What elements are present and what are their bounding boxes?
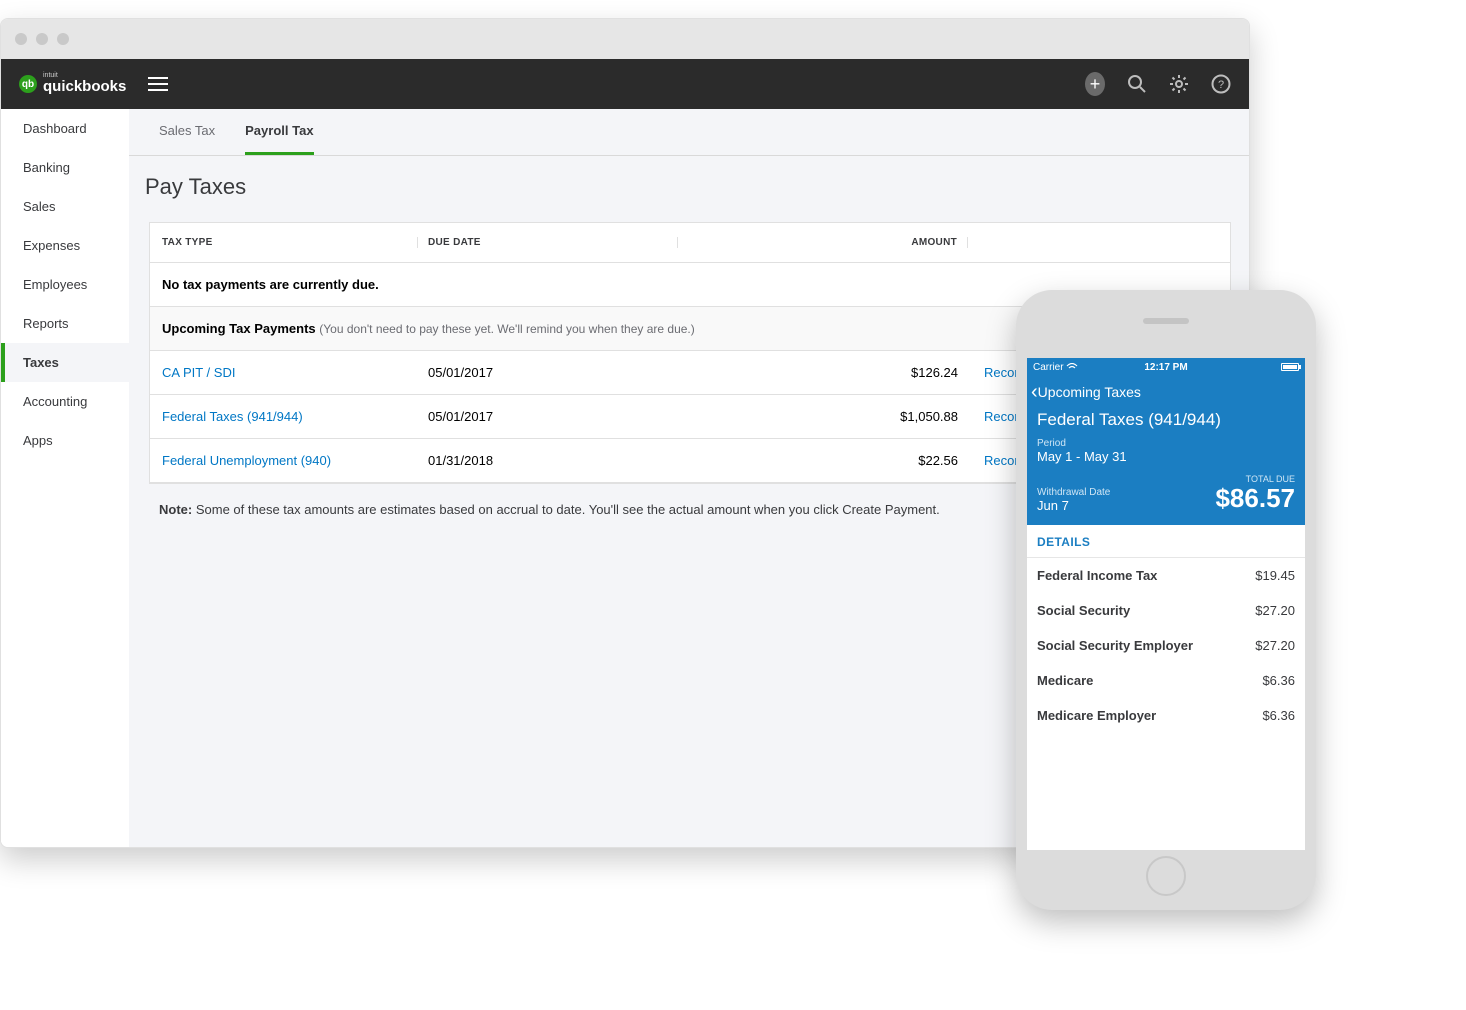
amount-cell: $1,050.88 [678, 409, 968, 424]
phone-details-header: DETAILS [1027, 525, 1305, 558]
sidebar-item-accounting[interactable]: Accounting [1, 382, 129, 421]
phone-total-value: $86.57 [1215, 484, 1295, 513]
window-close-dot[interactable] [15, 33, 27, 45]
phone-home-button[interactable] [1146, 856, 1186, 896]
phone-period-value: May 1 - May 31 [1037, 449, 1295, 464]
help-icon[interactable]: ? [1211, 74, 1231, 94]
sidebar-item-banking[interactable]: Banking [1, 148, 129, 187]
wifi-icon [1066, 363, 1078, 371]
svg-text:?: ? [1218, 79, 1224, 91]
phone-detail-line: Medicare $6.36 [1027, 663, 1305, 698]
due-date-cell: 05/01/2017 [418, 365, 678, 380]
gear-icon[interactable] [1169, 74, 1189, 94]
phone-detail-line: Social Security Employer $27.20 [1027, 628, 1305, 663]
note-body: Some of these tax amounts are estimates … [196, 502, 940, 517]
brand-name: quickbooks [43, 78, 126, 95]
sidebar-item-employees[interactable]: Employees [1, 265, 129, 304]
table-header-row: TAX TYPE DUE DATE AMOUNT [150, 223, 1230, 263]
tab-sales-tax[interactable]: Sales Tax [159, 123, 215, 155]
brand-logo[interactable]: qb intuit quickbooks [19, 73, 126, 96]
col-header-due-date: DUE DATE [418, 237, 678, 248]
tax-type-link[interactable]: Federal Unemployment (940) [162, 453, 331, 468]
brand-badge-icon: qb [19, 75, 37, 93]
phone-line-amount: $19.45 [1255, 568, 1295, 583]
amount-cell: $126.24 [678, 365, 968, 380]
sidebar-item-taxes[interactable]: Taxes [1, 343, 129, 382]
phone-line-amount: $27.20 [1255, 638, 1295, 653]
upcoming-hint: (You don't need to pay these yet. We'll … [319, 322, 694, 336]
hamburger-icon[interactable] [148, 77, 168, 91]
chevron-left-icon: ‹ [1031, 382, 1038, 402]
phone-line-label: Medicare Employer [1037, 708, 1156, 723]
phone-header: Federal Taxes (941/944) Period May 1 - M… [1027, 406, 1305, 525]
phone-line-label: Social Security [1037, 603, 1130, 618]
tab-payroll-tax[interactable]: Payroll Tax [245, 123, 313, 155]
phone-time: 12:17 PM [1144, 362, 1187, 373]
col-header-tax-type: TAX TYPE [162, 237, 418, 248]
phone-line-label: Federal Income Tax [1037, 568, 1157, 583]
phone-mockup: Carrier 12:17 PM ‹ Upcoming Taxes Federa… [1016, 290, 1316, 910]
sidebar-item-dashboard[interactable]: Dashboard [1, 109, 129, 148]
phone-line-amount: $6.36 [1262, 673, 1295, 688]
phone-withdrawal-label: Withdrawal Date [1037, 487, 1110, 498]
phone-detail-line: Federal Income Tax $19.45 [1027, 558, 1305, 593]
tab-bar: Sales Tax Payroll Tax [129, 109, 1249, 156]
phone-screen: Carrier 12:17 PM ‹ Upcoming Taxes Federa… [1027, 358, 1305, 850]
top-nav: qb intuit quickbooks + ? [1, 59, 1249, 109]
phone-detail-line: Social Security $27.20 [1027, 593, 1305, 628]
sidebar-item-expenses[interactable]: Expenses [1, 226, 129, 265]
phone-speaker [1143, 318, 1189, 324]
phone-back-label: Upcoming Taxes [1038, 384, 1141, 400]
tax-type-link[interactable]: Federal Taxes (941/944) [162, 409, 303, 424]
due-date-cell: 01/31/2018 [418, 453, 678, 468]
search-icon[interactable] [1127, 74, 1147, 94]
phone-tax-title: Federal Taxes (941/944) [1037, 410, 1295, 430]
tax-type-link[interactable]: CA PIT / SDI [162, 365, 235, 380]
amount-cell: $22.56 [678, 453, 968, 468]
sidebar: DashboardBankingSalesExpensesEmployeesRe… [1, 109, 129, 847]
add-icon[interactable]: + [1085, 74, 1105, 94]
col-header-amount: AMOUNT [678, 237, 968, 248]
note-label: Note: [159, 502, 192, 517]
window-min-dot[interactable] [36, 33, 48, 45]
upcoming-label: Upcoming Tax Payments [162, 321, 316, 336]
sidebar-item-apps[interactable]: Apps [1, 421, 129, 460]
phone-withdrawal-value: Jun 7 [1037, 498, 1110, 513]
phone-status-bar: Carrier 12:17 PM [1027, 358, 1305, 376]
phone-line-amount: $27.20 [1255, 603, 1295, 618]
due-date-cell: 05/01/2017 [418, 409, 678, 424]
phone-back-nav[interactable]: ‹ Upcoming Taxes [1027, 376, 1305, 406]
window-max-dot[interactable] [57, 33, 69, 45]
phone-line-label: Social Security Employer [1037, 638, 1193, 653]
sidebar-item-sales[interactable]: Sales [1, 187, 129, 226]
phone-detail-line: Medicare Employer $6.36 [1027, 698, 1305, 733]
phone-line-label: Medicare [1037, 673, 1093, 688]
battery-icon [1281, 363, 1299, 371]
sidebar-item-reports[interactable]: Reports [1, 304, 129, 343]
page-title: Pay Taxes [129, 156, 1249, 222]
phone-period-label: Period [1037, 438, 1295, 449]
phone-line-amount: $6.36 [1262, 708, 1295, 723]
window-titlebar [1, 19, 1249, 59]
phone-carrier: Carrier [1033, 362, 1078, 373]
